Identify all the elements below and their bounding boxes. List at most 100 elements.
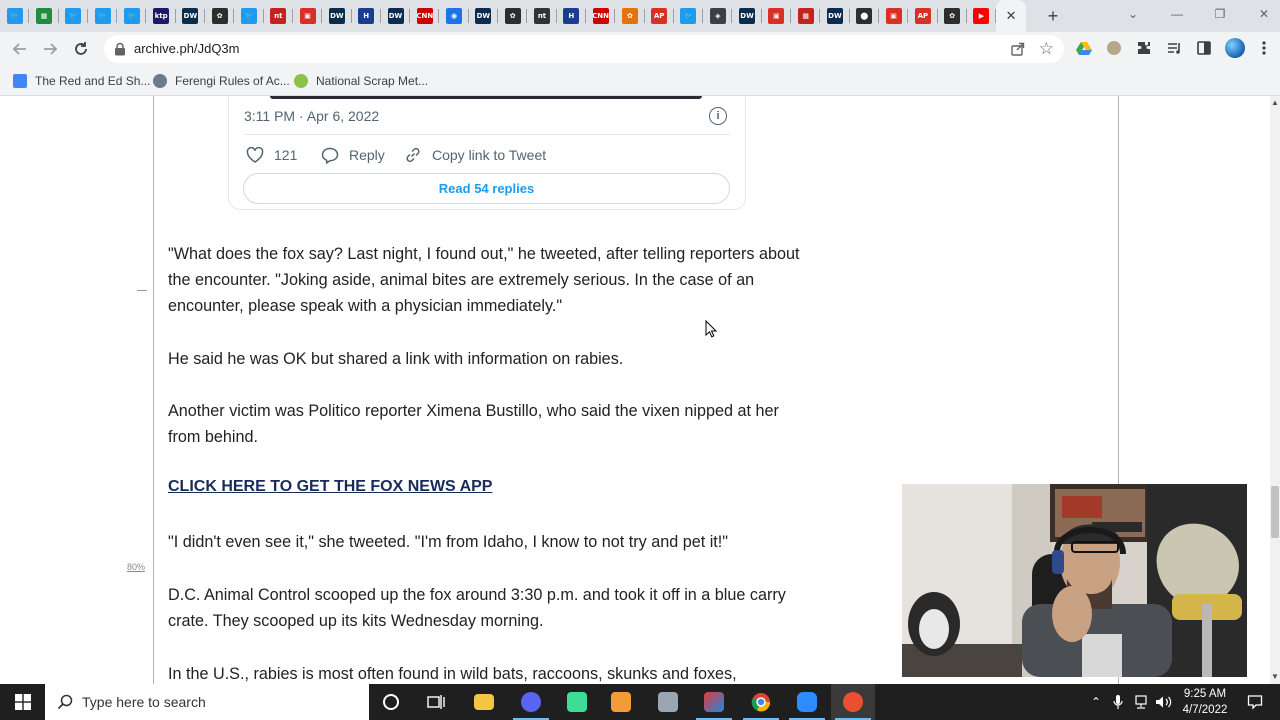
tab-green-doc[interactable]: ▦ [29, 0, 59, 32]
minimize-button[interactable]: — [1165, 4, 1189, 24]
taskbar-app-tool[interactable] [692, 684, 736, 720]
tab-twitter[interactable]: 🐦 [674, 0, 704, 32]
tab-twitter[interactable]: 🐦 [117, 0, 147, 32]
microphone-icon[interactable] [1110, 693, 1126, 711]
tab-twitter[interactable]: 🐦 [59, 0, 89, 32]
taskbar-search-box[interactable]: Type here to search [45, 684, 369, 720]
dw-icon: DW [328, 8, 345, 24]
tab-globe-news[interactable]: ◉ [439, 0, 470, 32]
bookmark-national-scrap[interactable]: National Scrap Met... [294, 71, 428, 91]
taskbar-app-chrome[interactable] [739, 684, 783, 720]
dw-icon: DW [182, 8, 199, 24]
address-bar[interactable]: archive.ph/JdQ3m ☆ [104, 35, 1064, 63]
forward-button[interactable] [38, 37, 62, 61]
taskbar-app-gray[interactable] [646, 684, 690, 720]
tab-dark-circle[interactable]: ⬤ [850, 0, 880, 32]
doc-icon [13, 74, 27, 88]
tweet-timestamp[interactable]: 3:11 PM · Apr 6, 2022 [244, 108, 379, 124]
tab-ap[interactable]: AP [908, 0, 938, 32]
tray-expand-chevron-icon[interactable]: ⌃ [1088, 693, 1104, 711]
info-icon[interactable]: i [709, 107, 727, 125]
tab-dw[interactable]: DW [381, 0, 411, 32]
ap-icon: AP [914, 8, 931, 24]
restore-button[interactable]: ❐ [1208, 4, 1232, 24]
browser-menu-icon[interactable] [1255, 39, 1273, 57]
tab-search-chevron-icon[interactable]: ⌄ [1121, 4, 1145, 24]
article-paragraph: Another victim was Politico reporter Xim… [168, 402, 779, 447]
copy-link-label: Copy link to Tweet [432, 147, 547, 163]
tab-dw[interactable]: DW [732, 0, 763, 32]
like-button[interactable]: 121 [246, 145, 297, 165]
tab-dw[interactable]: DW [176, 0, 206, 32]
tab-nbc-peacock[interactable]: ✿ [615, 0, 645, 32]
taskbar-app-recorder[interactable] [831, 684, 875, 720]
tab-h[interactable]: H [352, 0, 382, 32]
tab-dw[interactable]: DW [820, 0, 850, 32]
tab-active-close[interactable]: ✕ [996, 0, 1027, 32]
tab-dw[interactable]: DW [469, 0, 499, 32]
tab-dw[interactable]: DW [322, 0, 352, 32]
scrollbar-thumb[interactable] [1271, 486, 1279, 538]
reload-button[interactable] [69, 37, 93, 61]
side-panel-icon[interactable] [1195, 39, 1213, 57]
news-icon: nt [270, 8, 287, 24]
tab-red-square[interactable]: ▣ [293, 0, 323, 32]
lock-icon[interactable] [114, 42, 126, 56]
reply-button[interactable]: Reply [321, 145, 385, 165]
share-icon[interactable] [1010, 41, 1026, 57]
tab-ap[interactable]: AP [645, 0, 675, 32]
tab-news[interactable]: nt [264, 0, 294, 32]
taskbar-app-discord[interactable] [509, 684, 553, 720]
tab-twitter[interactable]: 🐦 [88, 0, 118, 32]
tab-twitter[interactable]: 🐦 [0, 0, 30, 32]
taskbar-app-zoom[interactable] [785, 684, 829, 720]
close-window-button[interactable]: ✕ [1252, 4, 1276, 24]
tab-news[interactable]: nt [527, 0, 557, 32]
tab-h[interactable]: H [557, 0, 587, 32]
start-button[interactable] [0, 684, 45, 720]
tab-twitter[interactable]: 🐦 [234, 0, 264, 32]
back-arrow-icon [12, 43, 26, 55]
clock-time: 9:25 AM [1183, 688, 1227, 700]
bookmark-label: Ferengi Rules of Ac... [175, 74, 290, 88]
google-drive-icon[interactable] [1075, 39, 1093, 57]
taskbar-clock[interactable]: 9:25 AM 4/7/2022 [1176, 686, 1234, 718]
url-text[interactable]: archive.ph/JdQ3m [134, 41, 240, 56]
close-tab-icon[interactable]: ✕ [1003, 8, 1019, 24]
network-icon[interactable] [1132, 693, 1150, 711]
task-view-button[interactable] [414, 684, 458, 720]
bookmark-star-icon[interactable]: ☆ [1039, 39, 1054, 59]
tab-red-square[interactable]: ▦ [791, 0, 821, 32]
copy-link-button[interactable]: Copy link to Tweet [404, 145, 546, 165]
notifications-icon[interactable] [1245, 693, 1265, 711]
tab-cnn[interactable]: CNN [586, 0, 616, 32]
extension-globe-icon[interactable] [1105, 39, 1123, 57]
tab-nbc[interactable]: ✿ [938, 0, 968, 32]
tab-nbc[interactable]: ✿ [498, 0, 528, 32]
bookmark-red-and-ed[interactable]: The Red and Ed Sh... [13, 71, 150, 91]
volume-icon[interactable] [1155, 693, 1173, 711]
margin-percent-link[interactable]: 80% [127, 562, 145, 572]
tab-red-square[interactable]: ▣ [762, 0, 792, 32]
profile-avatar[interactable] [1224, 37, 1246, 59]
tab-cnn[interactable]: CNN [410, 0, 440, 32]
new-tab-button[interactable]: + [1043, 6, 1063, 26]
read-replies-button[interactable]: Read 54 replies [243, 173, 730, 204]
tab-nbc[interactable]: ✿ [205, 0, 235, 32]
page-scrollbar[interactable]: ▲ ▼ [1270, 96, 1280, 684]
scroll-up-arrow-icon[interactable]: ▲ [1270, 98, 1280, 108]
back-button[interactable] [8, 37, 32, 61]
reading-list-icon[interactable] [1165, 39, 1183, 57]
taskbar-app-media[interactable] [599, 684, 643, 720]
scroll-down-arrow-icon[interactable]: ▼ [1270, 672, 1280, 682]
taskbar-app-explorer[interactable] [462, 684, 506, 720]
tab-red-square[interactable]: ▣ [879, 0, 909, 32]
tab-archive[interactable]: ◈ [703, 0, 733, 32]
tab-ktp[interactable]: ktp [146, 0, 177, 32]
bookmark-ferengi-rules[interactable]: Ferengi Rules of Ac... [153, 71, 290, 91]
tab-youtube[interactable]: ▶ [967, 0, 997, 32]
cortana-button[interactable] [369, 684, 413, 720]
extensions-puzzle-icon[interactable] [1135, 39, 1153, 57]
fox-news-app-link[interactable]: CLICK HERE TO GET THE FOX NEWS APP [168, 478, 492, 496]
taskbar-app-green[interactable] [555, 684, 599, 720]
